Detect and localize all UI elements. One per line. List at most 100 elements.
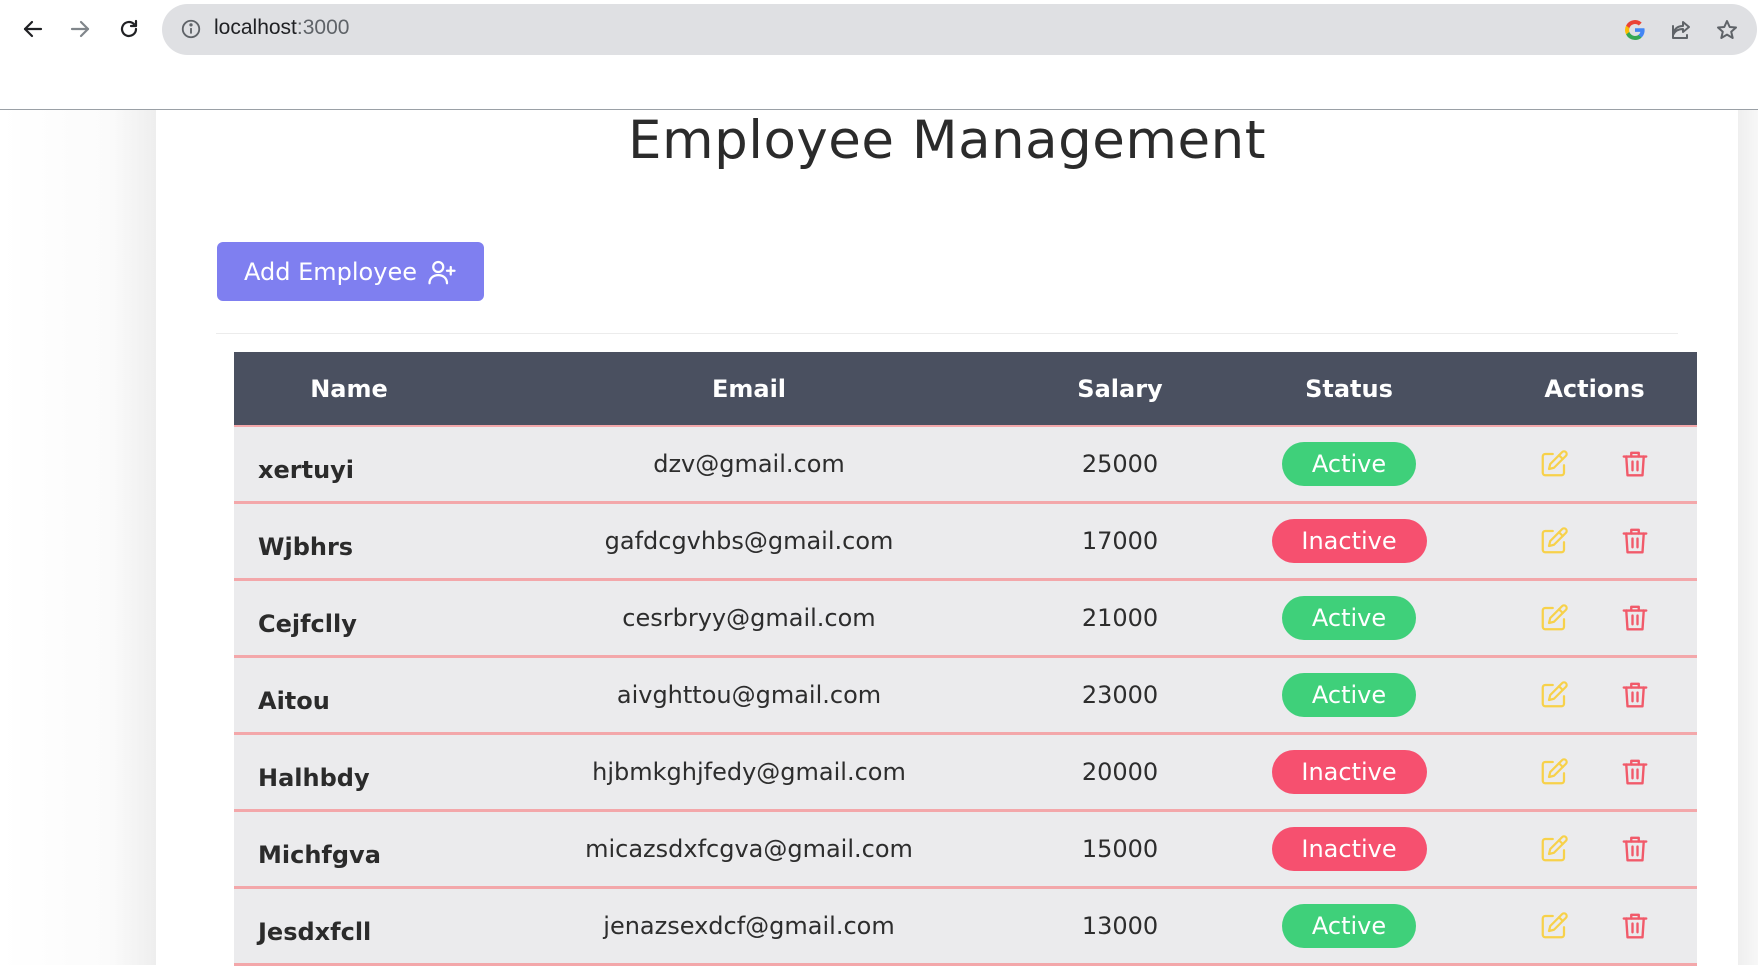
actions-cell: [1492, 426, 1697, 504]
employee-salary: 15000: [1034, 810, 1206, 889]
actions-cell: [1492, 579, 1697, 658]
employee-salary: 13000: [1034, 887, 1206, 966]
actions-cell: [1492, 887, 1697, 966]
section-divider: [216, 333, 1678, 334]
status-cell: Active: [1206, 426, 1492, 504]
trash-icon[interactable]: [1618, 524, 1652, 558]
reload-icon: [120, 19, 138, 38]
add-employee-button[interactable]: Add Employee: [217, 242, 484, 301]
employee-email: jenazsexdcf@gmail.com: [464, 887, 1034, 966]
actions-cell: [1492, 810, 1697, 889]
table-header: Name Email Salary Status Actions: [234, 352, 1697, 427]
star-icon: [1717, 20, 1737, 39]
address-bar[interactable]: localhost:3000: [162, 4, 1757, 55]
url-port: :3000: [296, 16, 350, 39]
header-row: Name Email Salary Status Actions: [234, 352, 1697, 427]
back-button[interactable]: [16, 12, 50, 46]
status-cell: Active: [1206, 656, 1492, 735]
status-badge: Active: [1282, 904, 1416, 948]
edit-icon[interactable]: [1537, 909, 1571, 943]
info-icon[interactable]: [180, 18, 202, 40]
status-cell: Active: [1206, 579, 1492, 658]
table-row: Aitou aivghttou@gmail.com 23000 Active: [234, 656, 1697, 735]
trash-icon[interactable]: [1618, 832, 1652, 866]
status-badge: Inactive: [1271, 750, 1427, 794]
employee-name: Cejfclly: [234, 579, 464, 658]
row-actions: [1493, 447, 1696, 481]
row-actions: [1493, 601, 1696, 635]
employee-salary: 21000: [1034, 579, 1206, 658]
trash-icon[interactable]: [1618, 601, 1652, 635]
row-actions: [1493, 909, 1696, 943]
employee-email: micazsdxfcgva@gmail.com: [464, 810, 1034, 889]
table-row: Cejfclly cesrbryy@gmail.com 21000 Active: [234, 579, 1697, 658]
employee-name: Michfgva: [234, 810, 464, 889]
browser-toolbar: localhost:3000: [0, 0, 1758, 58]
status-cell: Inactive: [1206, 502, 1492, 581]
column-header-name[interactable]: Name: [234, 352, 464, 427]
employee-salary: 20000: [1034, 733, 1206, 812]
actions-cell: [1492, 656, 1697, 735]
url-text[interactable]: localhost:3000: [214, 16, 349, 40]
google-icon: [1625, 20, 1645, 40]
status-cell: Inactive: [1206, 733, 1492, 812]
share-icon: [1672, 21, 1690, 39]
employee-table: Name Email Salary Status Actions xertuyi…: [234, 352, 1697, 966]
edit-icon[interactable]: [1537, 524, 1571, 558]
table-row: Halhbdy hjbmkghjfedy@gmail.com 20000 Inacti…: [234, 733, 1697, 812]
page-title: Employee Management: [628, 110, 1266, 171]
employee-table-container: Name Email Salary Status Actions xertuyi…: [234, 352, 1697, 966]
actions-cell: [1492, 733, 1697, 812]
edit-icon[interactable]: [1537, 447, 1571, 481]
column-header-email[interactable]: Email: [464, 352, 1034, 427]
page-background-left: [0, 110, 156, 965]
column-header-salary[interactable]: Salary: [1034, 352, 1206, 427]
share-button[interactable]: [1668, 17, 1694, 43]
row-actions: [1493, 524, 1696, 558]
main-container: Employee Management Add Employee Name Em…: [156, 110, 1738, 966]
employee-name: xertuyi: [234, 426, 464, 504]
employee-email: hjbmkghjfedy@gmail.com: [464, 733, 1034, 812]
row-actions: [1493, 832, 1696, 866]
actions-cell: [1492, 502, 1697, 581]
row-actions: [1493, 678, 1696, 712]
google-lens-button[interactable]: [1622, 17, 1648, 43]
edit-icon[interactable]: [1537, 755, 1571, 789]
trash-icon[interactable]: [1618, 678, 1652, 712]
status-badge: Active: [1282, 596, 1416, 640]
table-body: xertuyi dzv@gmail.com 25000 Active Wjbhrs gaf…: [234, 426, 1697, 966]
trash-icon[interactable]: [1618, 909, 1652, 943]
edit-icon[interactable]: [1537, 678, 1571, 712]
reload-button[interactable]: [112, 12, 146, 46]
employee-name: Halhbdy: [234, 733, 464, 812]
edit-icon[interactable]: [1537, 832, 1571, 866]
arrow-right-icon: [70, 20, 90, 38]
employee-email: gafdcgvhbs@gmail.com: [464, 502, 1034, 581]
employee-email: dzv@gmail.com: [464, 426, 1034, 504]
table-row: xertuyi dzv@gmail.com 25000 Active: [234, 426, 1697, 504]
employee-salary: 25000: [1034, 426, 1206, 504]
status-cell: Active: [1206, 887, 1492, 966]
status-badge: Inactive: [1271, 519, 1427, 563]
employee-name: Aitou: [234, 656, 464, 735]
status-cell: Inactive: [1206, 810, 1492, 889]
column-header-status[interactable]: Status: [1206, 352, 1492, 427]
url-host: localhost: [214, 16, 297, 39]
status-badge: Active: [1282, 673, 1416, 717]
arrow-left-icon: [23, 20, 43, 38]
column-header-actions: Actions: [1492, 352, 1697, 427]
status-badge: Inactive: [1271, 827, 1427, 871]
table-row: Jesdxfcll jenazsexdcf@gmail.com 13000 Activ…: [234, 887, 1697, 966]
edit-icon[interactable]: [1537, 601, 1571, 635]
status-badge: Active: [1282, 442, 1416, 486]
table-row: Michfgva micazsdxfcgva@gmail.com 15000 Inac…: [234, 810, 1697, 889]
employee-email: aivghttou@gmail.com: [464, 656, 1034, 735]
bookmark-button[interactable]: [1714, 17, 1740, 43]
add-employee-label: Add Employee: [244, 257, 417, 286]
employee-email: cesrbryy@gmail.com: [464, 579, 1034, 658]
employee-name: Wjbhrs: [234, 502, 464, 581]
trash-icon[interactable]: [1618, 755, 1652, 789]
employee-salary: 23000: [1034, 656, 1206, 735]
forward-button[interactable]: [63, 12, 97, 46]
trash-icon[interactable]: [1618, 447, 1652, 481]
